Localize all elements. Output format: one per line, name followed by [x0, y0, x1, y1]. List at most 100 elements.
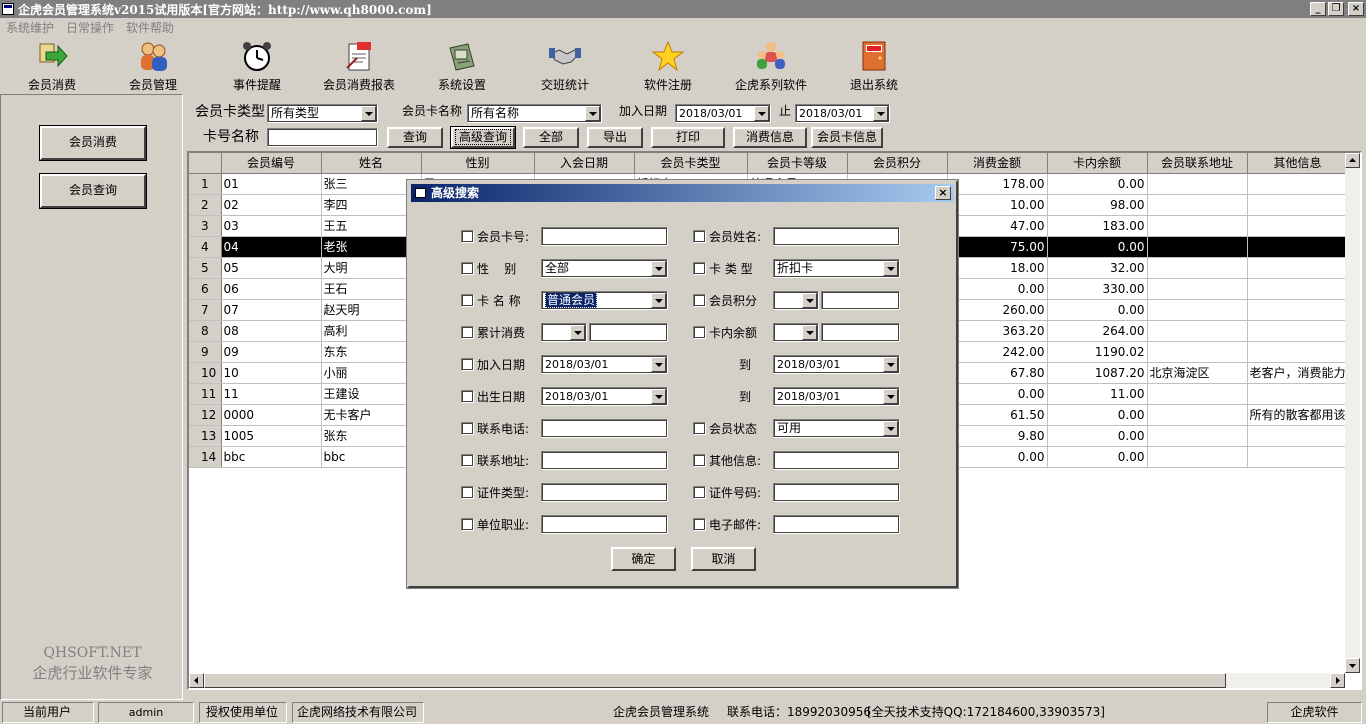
- toolbar-event-reminder[interactable]: 事件提醒: [207, 40, 307, 94]
- filter-checkbox[interactable]: [461, 454, 474, 467]
- filter-checkbox[interactable]: [693, 230, 706, 243]
- filter-checkbox[interactable]: [693, 262, 706, 275]
- column-header[interactable]: 消费金额: [947, 153, 1048, 174]
- filter-checkbox[interactable]: [461, 390, 474, 403]
- range-value-input[interactable]: [589, 323, 668, 342]
- column-header[interactable]: 会员编号: [221, 153, 322, 174]
- toolbar-consume-report[interactable]: 会员消费报表: [309, 40, 409, 94]
- field-input[interactable]: [773, 483, 900, 502]
- vertical-scrollbar[interactable]: [1345, 153, 1360, 673]
- toolbar-product-series[interactable]: 企虎系列软件: [721, 40, 821, 94]
- field-input[interactable]: [773, 227, 900, 246]
- ok-button[interactable]: 确定: [611, 547, 676, 571]
- filter-checkbox[interactable]: [461, 358, 474, 371]
- date-from-picker[interactable]: 2018/03/01: [675, 104, 771, 123]
- member-query-button[interactable]: 会员查询: [39, 173, 147, 209]
- field-select[interactable]: 全部: [541, 259, 668, 278]
- column-header[interactable]: 会员卡等级: [747, 153, 848, 174]
- column-header[interactable]: 会员卡类型: [634, 153, 748, 174]
- field-input[interactable]: [541, 419, 668, 438]
- toolbar-member-consume[interactable]: 会员消费: [2, 40, 102, 94]
- cancel-button[interactable]: 取消: [691, 547, 756, 571]
- date-to-picker[interactable]: 2018/03/01: [795, 104, 890, 123]
- minimize-button[interactable]: _: [1310, 2, 1326, 16]
- card-info-button[interactable]: 会员卡信息: [811, 127, 883, 148]
- date-picker[interactable]: 2018/03/01: [541, 355, 668, 374]
- field-label: 性 别: [477, 262, 517, 276]
- column-header[interactable]: 会员积分: [847, 153, 948, 174]
- field-input[interactable]: [773, 515, 900, 534]
- date-picker[interactable]: 2018/03/01: [773, 387, 900, 406]
- menu-daily-operations[interactable]: 日常操作: [60, 18, 120, 38]
- toolbar-software-register[interactable]: 软件注册: [618, 40, 718, 94]
- menu-system-maintenance[interactable]: 系统维护: [0, 18, 60, 38]
- date-picker[interactable]: 2018/03/01: [773, 355, 900, 374]
- filter-checkbox[interactable]: [461, 326, 474, 339]
- chevron-down-icon: [570, 325, 585, 340]
- filter-checkbox[interactable]: [693, 294, 706, 307]
- filter-checkbox[interactable]: [461, 422, 474, 435]
- operator-select[interactable]: [773, 323, 819, 342]
- card-no-input[interactable]: [267, 128, 378, 147]
- restore-button[interactable]: ❐: [1328, 2, 1344, 16]
- column-header[interactable]: 卡内余额: [1047, 153, 1148, 174]
- card-no-label: 卡号名称: [203, 129, 259, 145]
- cell-addr: [1147, 236, 1248, 258]
- column-header[interactable]: 姓名: [321, 153, 422, 174]
- field-input[interactable]: [541, 451, 668, 470]
- date-picker[interactable]: 2018/03/01: [541, 387, 668, 406]
- query-button[interactable]: 查询: [387, 127, 443, 148]
- toolbar-shift-stats[interactable]: 交班统计: [515, 40, 615, 94]
- field-select[interactable]: 折扣卡: [773, 259, 900, 278]
- operator-select[interactable]: [541, 323, 587, 342]
- filter-checkbox[interactable]: [693, 454, 706, 467]
- column-header[interactable]: 入会日期: [534, 153, 635, 174]
- filter-checkbox[interactable]: [693, 326, 706, 339]
- scroll-thumb[interactable]: [204, 673, 1226, 688]
- field-input[interactable]: [773, 451, 900, 470]
- filter-checkbox[interactable]: [461, 518, 474, 531]
- field-select[interactable]: 普通会员: [541, 291, 668, 310]
- scroll-up-icon[interactable]: [1345, 153, 1360, 168]
- filter-checkbox[interactable]: [693, 486, 706, 499]
- field-input[interactable]: [541, 483, 668, 502]
- field-input[interactable]: [541, 227, 668, 246]
- operator-select[interactable]: [773, 291, 819, 310]
- toolbar-exit-system[interactable]: 退出系统: [824, 40, 924, 94]
- column-header[interactable]: 会员联系地址: [1147, 153, 1248, 174]
- toolbar-system-settings[interactable]: 系统设置: [412, 40, 512, 94]
- chevron-down-icon: [651, 293, 666, 308]
- range-value-input[interactable]: [821, 323, 900, 342]
- column-header[interactable]: 性别: [421, 153, 535, 174]
- scroll-left-icon[interactable]: [189, 673, 204, 688]
- card-name-select[interactable]: 所有名称: [467, 104, 602, 123]
- consume-info-button[interactable]: 消费信息: [733, 127, 807, 148]
- toolbar-member-manage[interactable]: 会员管理: [103, 40, 203, 94]
- filter-checkbox[interactable]: [461, 230, 474, 243]
- scroll-down-icon[interactable]: [1345, 658, 1360, 673]
- advanced-query-button[interactable]: 高级查询: [450, 126, 516, 149]
- column-header[interactable]: 其他信息: [1247, 153, 1349, 174]
- card-type-select[interactable]: 所有类型: [267, 104, 378, 123]
- filter-checkbox[interactable]: [461, 294, 474, 307]
- scroll-right-icon[interactable]: [1330, 673, 1345, 688]
- menu-help[interactable]: 软件帮助: [120, 18, 180, 38]
- field-label: 联系电话:: [477, 422, 530, 436]
- cell-spend: 47.00: [947, 215, 1048, 237]
- close-button[interactable]: ×: [1348, 2, 1364, 16]
- print-button[interactable]: 打印: [651, 127, 725, 148]
- range-value-input[interactable]: [821, 291, 900, 310]
- filter-checkbox[interactable]: [461, 262, 474, 275]
- cell-name: 东东: [321, 341, 422, 363]
- field-select[interactable]: 可用: [773, 419, 900, 438]
- field-input[interactable]: [541, 515, 668, 534]
- cell-id: 11: [221, 383, 322, 405]
- filter-checkbox[interactable]: [461, 486, 474, 499]
- show-all-button[interactable]: 全部: [523, 127, 579, 148]
- filter-checkbox[interactable]: [693, 518, 706, 531]
- horizontal-scrollbar[interactable]: [189, 673, 1345, 688]
- member-consume-button[interactable]: 会员消费: [39, 125, 147, 161]
- export-button[interactable]: 导出: [587, 127, 643, 148]
- filter-checkbox[interactable]: [693, 422, 706, 435]
- dialog-close-button[interactable]: ×: [935, 186, 951, 200]
